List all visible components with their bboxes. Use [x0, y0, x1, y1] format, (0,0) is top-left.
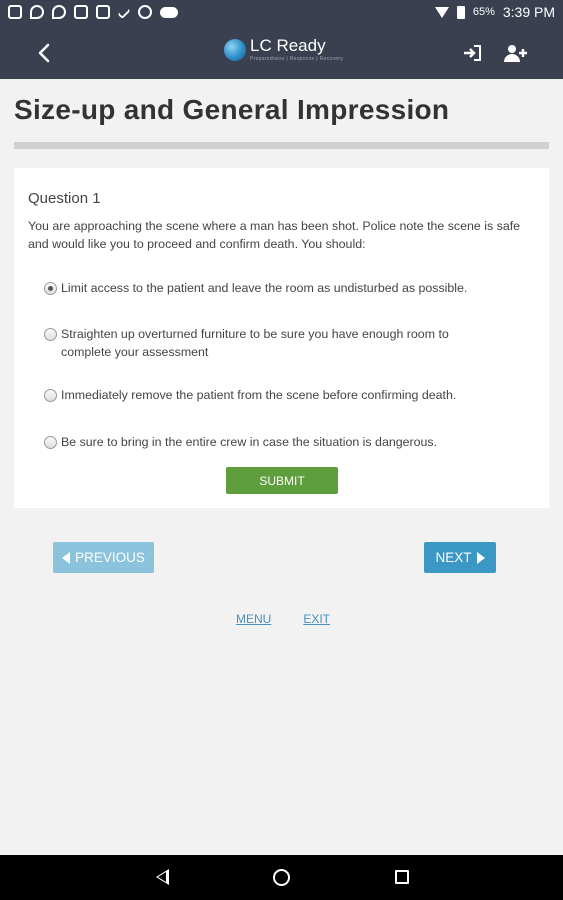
- radio-button[interactable]: [44, 389, 57, 402]
- home-circle-icon[interactable]: [273, 869, 290, 886]
- radio-button[interactable]: [44, 328, 57, 341]
- login-icon[interactable]: [463, 44, 483, 62]
- battery-icon: [456, 5, 465, 19]
- lc-ready-logo: LC Ready Preparedness | Response | Recov…: [224, 36, 344, 62]
- footer-links: MENU EXIT: [236, 612, 330, 626]
- question-text: You are approaching the scene where a ma…: [28, 219, 521, 251]
- wifi-icon: [434, 6, 449, 18]
- question-number: Question 1: [28, 190, 101, 207]
- submit-button[interactable]: SUBMIT: [226, 467, 338, 494]
- logo-text: LC Ready: [250, 36, 326, 55]
- question-card: Question 1 You are approaching the scene…: [14, 168, 549, 508]
- arrow-right-icon: [476, 551, 485, 564]
- image-icon: [74, 5, 88, 19]
- menu-link[interactable]: MENU: [236, 612, 271, 626]
- system-status: 65% 3:39 PM: [434, 4, 555, 20]
- add-user-icon[interactable]: [503, 44, 527, 62]
- answer-label: Straighten up overturned furniture to be…: [61, 327, 449, 359]
- notification-icons: [8, 5, 178, 19]
- calendar-icon: [8, 5, 22, 19]
- globe-icon: [224, 39, 246, 61]
- location-icon: [30, 5, 44, 19]
- page-title: Size-up and General Impression: [14, 94, 450, 125]
- cloud-icon: [160, 6, 178, 18]
- check-icon: [117, 5, 131, 19]
- status-bar: 65% 3:39 PM: [0, 0, 563, 24]
- next-button[interactable]: NEXT: [424, 542, 496, 573]
- app-bar: LC Ready Preparedness | Response | Recov…: [0, 24, 563, 79]
- exit-link[interactable]: EXIT: [303, 612, 330, 626]
- answer-option[interactable]: Be sure to bring in the entire crew in c…: [44, 433, 437, 451]
- recents-square-icon[interactable]: [395, 870, 409, 884]
- answer-option[interactable]: Immediately remove the patient from the …: [44, 386, 456, 404]
- battery-percent: 65%: [472, 6, 495, 18]
- previous-button[interactable]: PREVIOUS: [53, 542, 154, 573]
- radio-button[interactable]: [44, 436, 57, 449]
- answer-option[interactable]: Limit access to the patient and leave th…: [44, 279, 467, 297]
- app-bar-actions: [463, 44, 527, 62]
- next-label: NEXT: [435, 550, 472, 565]
- location-icon: [52, 5, 66, 19]
- title-divider: [14, 142, 549, 149]
- answer-label: Limit access to the patient and leave th…: [61, 281, 468, 295]
- answer-option[interactable]: Straighten up overturned furniture to be…: [44, 325, 494, 361]
- radio-button-selected[interactable]: [44, 282, 57, 295]
- system-nav-bar: [0, 855, 563, 900]
- pinwheel-icon: [138, 5, 152, 19]
- gallery-icon: [96, 5, 110, 19]
- back-triangle-icon[interactable]: [156, 869, 169, 885]
- clock: 3:39 PM: [502, 4, 555, 20]
- chevron-left-icon: [38, 43, 50, 63]
- arrow-left-icon: [62, 551, 71, 564]
- previous-label: PREVIOUS: [75, 550, 145, 565]
- logo-tagline: Preparedness | Response | Recovery: [250, 56, 344, 62]
- answer-label: Immediately remove the patient from the …: [61, 388, 457, 402]
- answer-label: Be sure to bring in the entire crew in c…: [61, 435, 438, 449]
- back-button[interactable]: [34, 42, 56, 64]
